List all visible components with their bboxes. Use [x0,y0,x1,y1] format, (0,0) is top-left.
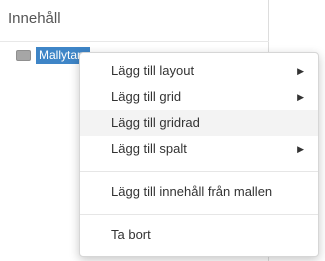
submenu-arrow-icon: ▶ [297,66,304,76]
menu-item-label: Ta bort [111,227,151,242]
menu-item-add-content-from-template[interactable]: Lägg till innehåll från mallen [80,179,318,205]
menu-item-add-grid-row[interactable]: Lägg till gridrad [80,110,318,136]
menu-item-add-layout[interactable]: Lägg till layout ▶ [80,58,318,84]
menu-item-label: Lägg till spalt [111,141,187,156]
menu-item-add-grid[interactable]: Lägg till grid ▶ [80,84,318,110]
menu-item-delete[interactable]: Ta bort [80,222,318,248]
menu-item-label: Lägg till innehåll från mallen [111,184,273,199]
panel-divider [0,41,269,42]
submenu-arrow-icon: ▶ [297,144,304,154]
submenu-arrow-icon: ▶ [297,92,304,102]
menu-item-add-column[interactable]: Lägg till spalt ▶ [80,136,318,162]
folder-icon [16,50,31,61]
panel-title: Innehåll [8,10,61,27]
menu-item-label: Lägg till grid [111,89,182,104]
menu-item-label: Lägg till layout [111,63,195,78]
menu-separator [80,171,318,172]
menu-item-label: Lägg till gridrad [111,115,200,130]
menu-separator [80,214,318,215]
context-menu: Lägg till layout ▶ Lägg till grid ▶ Lägg… [79,52,319,257]
